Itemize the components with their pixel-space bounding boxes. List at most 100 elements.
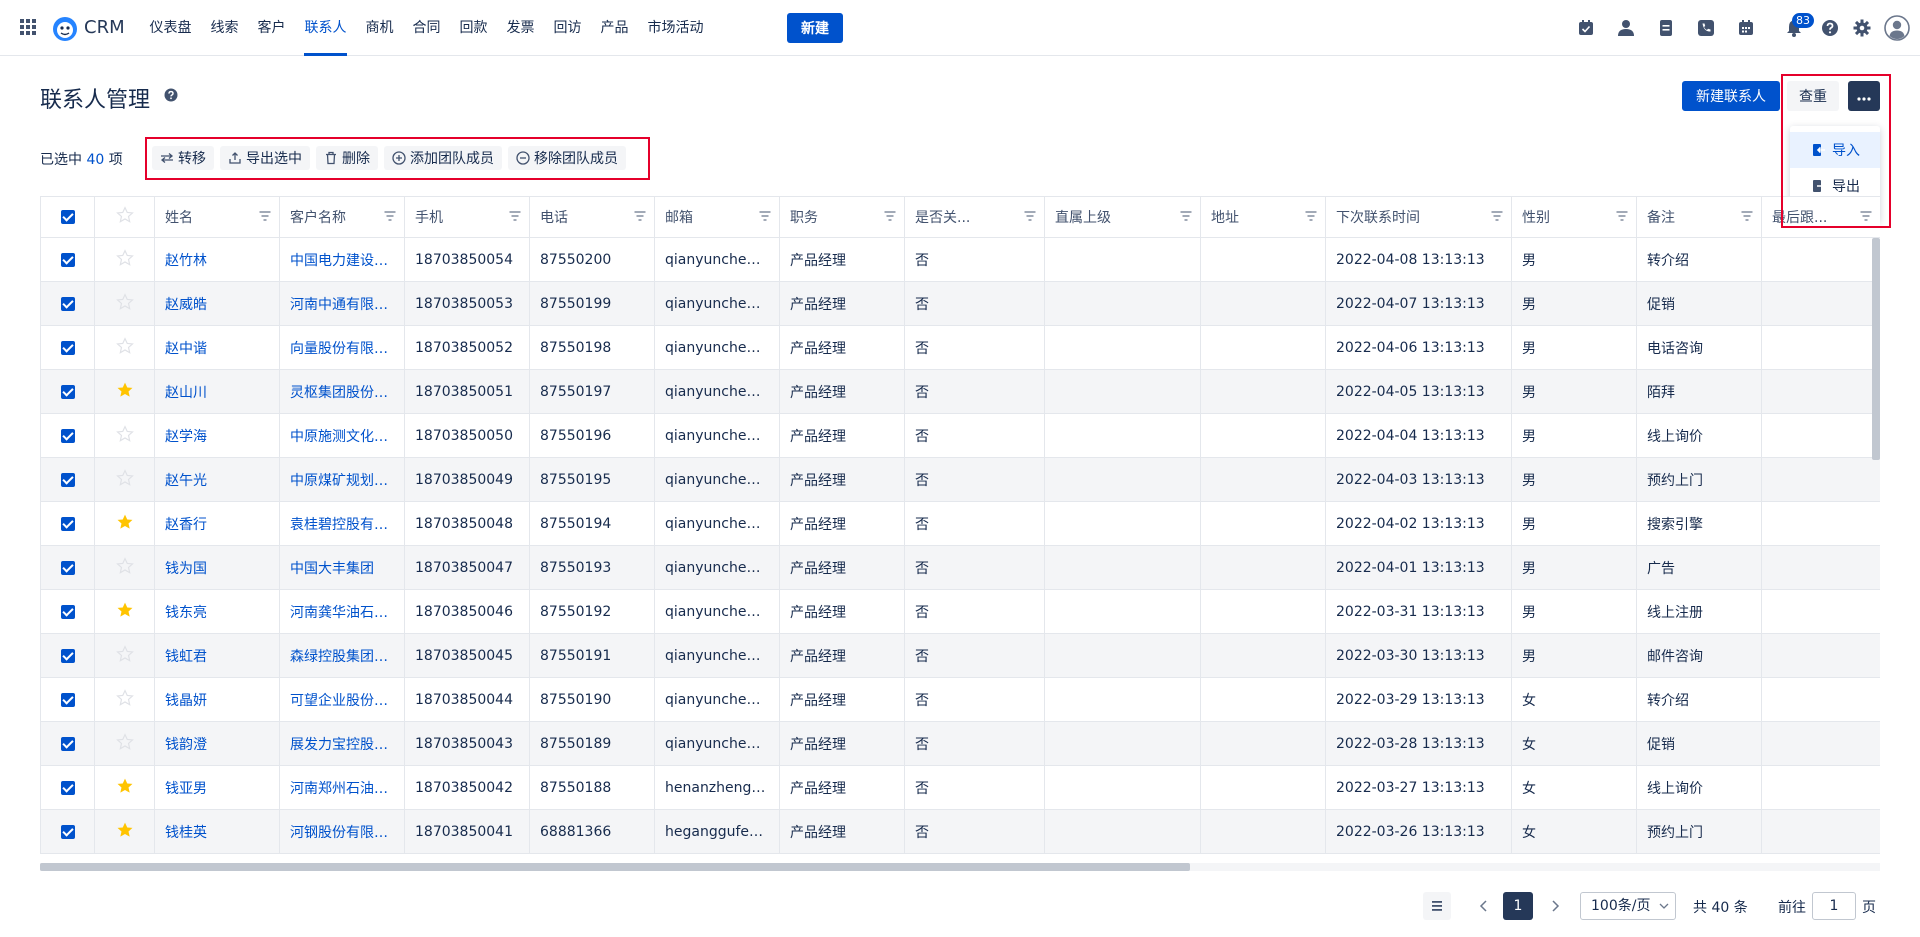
row-star-cell[interactable] (94, 589, 155, 634)
contact-name[interactable]: 钱为国 (154, 545, 280, 590)
customer-name[interactable]: 中原施测文化传媒... (279, 413, 405, 458)
column-header[interactable]: 姓名 (154, 196, 280, 238)
nav-item[interactable]: 商机 (356, 0, 403, 56)
row-checkbox[interactable] (60, 780, 75, 795)
star-outline-icon[interactable] (115, 292, 134, 311)
customer-name[interactable]: 展发力宝控股集团... (279, 721, 405, 766)
table-row[interactable]: 钱晶妍 可望企业股份有限... 18703850044 87550190 qianyun… (40, 677, 1880, 722)
row-star-cell[interactable] (94, 281, 155, 326)
contact-name[interactable]: 赵香行 (154, 501, 280, 546)
select-all-checkbox[interactable] (60, 210, 75, 224)
row-select-cell[interactable] (40, 721, 95, 766)
row-star-cell[interactable] (94, 721, 155, 766)
row-checkbox[interactable] (60, 736, 75, 751)
filter-icon[interactable] (1491, 211, 1503, 221)
nav-item[interactable]: 市场活动 (638, 0, 713, 56)
remove-team-member-button[interactable]: 移除团队成员 (508, 146, 626, 170)
row-checkbox[interactable] (60, 560, 75, 575)
table-row[interactable]: 赵山川 灵枢集团股份有限... 18703850051 87550197 qianyun… (40, 369, 1880, 414)
row-select-cell[interactable] (40, 633, 95, 678)
table-row[interactable]: 钱为国 中国大丰集团 18703850047 87550193 qianyuncheng… (40, 545, 1880, 590)
customer-name[interactable]: 森绿控股集团股份... (279, 633, 405, 678)
customer-name[interactable]: 河南中通有限公司 (279, 281, 405, 326)
column-header[interactable]: 电话 (529, 196, 655, 238)
contact-name[interactable]: 赵午光 (154, 457, 280, 502)
nav-item[interactable]: 客户 (248, 0, 295, 56)
contact-person-icon[interactable] (1616, 18, 1636, 38)
star-filled-icon[interactable] (116, 821, 134, 839)
contact-name[interactable]: 钱亚男 (154, 765, 280, 810)
star-filled-icon[interactable] (116, 601, 134, 619)
row-select-cell[interactable] (40, 237, 95, 282)
row-select-cell[interactable] (40, 809, 95, 854)
column-header[interactable]: 性别 (1511, 196, 1637, 238)
row-select-cell[interactable] (40, 281, 95, 326)
goto-page-input[interactable] (1812, 892, 1856, 920)
table-row[interactable]: 赵威皓 河南中通有限公司 18703850053 87550199 qianyunche… (40, 281, 1880, 326)
table-row[interactable]: 赵竹林 中国电力建设股份... 18703850054 87550200 qianyun… (40, 237, 1880, 282)
column-header[interactable]: 备注 (1636, 196, 1762, 238)
help-icon[interactable] (1820, 18, 1840, 38)
filter-icon[interactable] (1024, 211, 1036, 221)
star-filled-icon[interactable] (116, 513, 134, 531)
add-team-member-button[interactable]: 添加团队成员 (384, 146, 502, 170)
contact-name[interactable]: 钱韵澄 (154, 721, 280, 766)
row-select-cell[interactable] (40, 501, 95, 546)
dedupe-button[interactable]: 查重 (1787, 81, 1839, 111)
new-contact-button[interactable]: 新建联系人 (1682, 81, 1780, 111)
global-new-button[interactable]: 新建 (787, 13, 843, 43)
row-select-cell[interactable] (40, 765, 95, 810)
table-row[interactable]: 钱虹君 森绿控股集团股份... 18703850045 87550191 qianyun… (40, 633, 1880, 678)
row-checkbox[interactable] (60, 648, 75, 663)
row-checkbox[interactable] (60, 252, 75, 267)
nav-item[interactable]: 联系人 (295, 0, 356, 56)
nav-item[interactable]: 回访 (544, 0, 591, 56)
row-star-cell[interactable] (94, 501, 155, 546)
row-star-cell[interactable] (94, 457, 155, 502)
column-header[interactable]: 邮箱 (654, 196, 780, 238)
next-page-icon[interactable] (1545, 896, 1565, 916)
document-icon[interactable] (1656, 18, 1676, 38)
phone-icon[interactable] (1696, 18, 1716, 38)
filter-icon[interactable] (1860, 211, 1872, 221)
row-star-cell[interactable] (94, 809, 155, 854)
contact-name[interactable]: 赵竹林 (154, 237, 280, 282)
table-row[interactable]: 钱桂英 河钢股份有限公司 18703850041 68881366 heganggufe… (40, 809, 1880, 854)
gear-icon[interactable] (1852, 18, 1872, 38)
column-header[interactable]: 地址 (1200, 196, 1326, 238)
filter-icon[interactable] (509, 211, 521, 221)
filter-icon[interactable] (1741, 211, 1753, 221)
filter-icon[interactable] (634, 211, 646, 221)
customer-name[interactable]: 中原煤矿规划股份... (279, 457, 405, 502)
task-icon[interactable] (1576, 18, 1596, 38)
star-filled-icon[interactable] (116, 381, 134, 399)
column-header[interactable]: 最后跟... (1761, 196, 1880, 238)
row-star-cell[interactable] (94, 633, 155, 678)
filter-icon[interactable] (1305, 211, 1317, 221)
row-star-cell[interactable] (94, 325, 155, 370)
list-view-toggle[interactable] (1423, 892, 1451, 920)
contact-name[interactable]: 钱晶妍 (154, 677, 280, 722)
row-star-cell[interactable] (94, 237, 155, 282)
header-select-all[interactable] (40, 196, 95, 238)
row-select-cell[interactable] (40, 545, 95, 590)
row-star-cell[interactable] (94, 369, 155, 414)
star-outline-icon[interactable] (115, 688, 134, 707)
contact-name[interactable]: 钱桂英 (154, 809, 280, 854)
star-filled-icon[interactable] (116, 777, 134, 795)
customer-name[interactable]: 中国电力建设股份... (279, 237, 405, 282)
nav-item[interactable]: 回款 (450, 0, 497, 56)
customer-name[interactable]: 向量股份有限公司 (279, 325, 405, 370)
transfer-button[interactable]: 转移 (152, 146, 214, 170)
row-select-cell[interactable] (40, 457, 95, 502)
row-checkbox[interactable] (60, 692, 75, 707)
app-grid-icon[interactable] (20, 19, 36, 35)
more-actions-button[interactable] (1848, 81, 1880, 111)
nav-item[interactable]: 发票 (497, 0, 544, 56)
column-header[interactable]: 职务 (779, 196, 905, 238)
row-select-cell[interactable] (40, 369, 95, 414)
table-row[interactable]: 赵中谐 向量股份有限公司 18703850052 87550198 qianyunche… (40, 325, 1880, 370)
contact-name[interactable]: 赵中谐 (154, 325, 280, 370)
nav-item[interactable]: 产品 (591, 0, 638, 56)
customer-name[interactable]: 河南龚华油石集团... (279, 589, 405, 634)
